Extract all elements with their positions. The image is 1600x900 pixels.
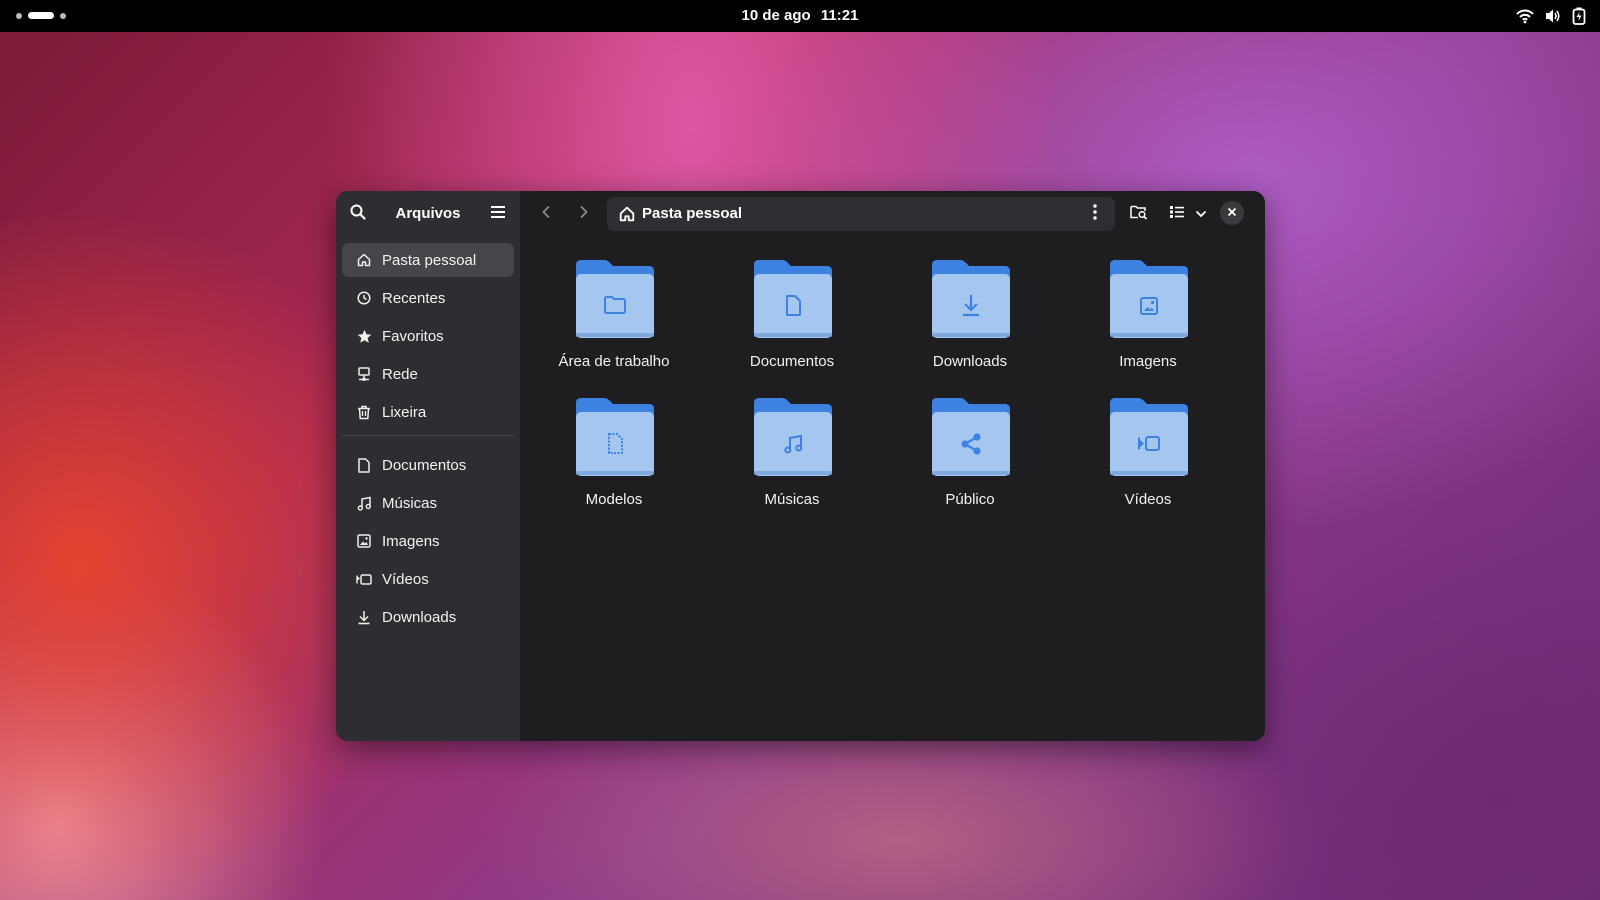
folder-label: Músicas xyxy=(764,491,820,508)
sidebar-item-label: Downloads xyxy=(382,608,457,626)
sidebar-item-label: Documentos xyxy=(382,456,467,474)
video-icon xyxy=(356,571,372,587)
sidebar-item-label: Recentes xyxy=(382,289,446,307)
battery-icon xyxy=(1572,7,1586,25)
current-path[interactable]: Pasta pessoal xyxy=(642,205,742,222)
network-icon xyxy=(356,366,372,382)
sidebar-item-label: Rede xyxy=(382,365,418,383)
clock-icon xyxy=(356,290,372,306)
view-toggle-button[interactable] xyxy=(1164,200,1190,228)
system-tray[interactable] xyxy=(1516,7,1586,25)
sidebar-item-label: Lixeira xyxy=(382,403,427,421)
sidebar-list: Pasta pessoal Recentes Favoritos Rede Li… xyxy=(342,243,514,638)
folder-item-downloads[interactable]: Downloads xyxy=(885,259,1055,389)
sidebar-item-favoritos[interactable]: Favoritos xyxy=(342,319,514,353)
back-button[interactable] xyxy=(532,200,560,228)
folder-label: Modelos xyxy=(585,491,643,508)
folder-item-modelos[interactable]: Modelos xyxy=(529,397,699,527)
image-icon xyxy=(1110,260,1188,338)
clock[interactable]: 10 de ago 11:21 xyxy=(0,7,1600,24)
sidebar-item-lixeira[interactable]: Lixeira xyxy=(342,395,514,429)
search-folder-button[interactable] xyxy=(1124,200,1154,228)
chevron-down-icon xyxy=(1195,205,1207,223)
folder-label: Público xyxy=(945,491,995,508)
image-icon xyxy=(356,533,372,549)
template-icon xyxy=(576,398,654,476)
sidebar-separator xyxy=(342,435,514,436)
sidebar: Arquivos Pasta pessoal Recentes Favorito… xyxy=(336,191,520,741)
home-icon xyxy=(356,252,372,268)
document-icon xyxy=(356,457,372,473)
sidebar-item-downloads[interactable]: Downloads xyxy=(342,600,514,634)
forward-button[interactable] xyxy=(570,200,598,228)
sidebar-item-recentes[interactable]: Recentes xyxy=(342,281,514,315)
star-icon xyxy=(356,328,372,344)
video-icon xyxy=(1110,398,1188,476)
trash-icon xyxy=(356,404,372,420)
view-options-button[interactable] xyxy=(1192,200,1210,228)
folder-item-publico[interactable]: Público xyxy=(885,397,1055,527)
folder-item-area-de-trabalho[interactable]: Área de trabalho xyxy=(529,259,699,389)
close-button[interactable] xyxy=(1220,201,1244,225)
volume-icon xyxy=(1544,8,1562,24)
folder-icon xyxy=(576,260,654,338)
sidebar-header: Arquivos xyxy=(336,191,520,237)
chevron-right-icon xyxy=(579,205,589,224)
wifi-icon xyxy=(1516,8,1534,24)
folder-label: Downloads xyxy=(932,353,1008,370)
top-bar: 10 de ago 11:21 xyxy=(0,0,1600,32)
music-icon xyxy=(754,398,832,476)
main-menu-button[interactable] xyxy=(484,200,512,228)
chevron-left-icon xyxy=(541,205,551,224)
sidebar-item-rede[interactable]: Rede xyxy=(342,357,514,391)
clock-date: 10 de ago xyxy=(741,7,811,24)
home-icon xyxy=(619,206,635,227)
sidebar-item-label: Músicas xyxy=(382,494,438,512)
path-menu-button[interactable] xyxy=(1083,201,1107,227)
folder-item-documentos[interactable]: Documentos xyxy=(707,259,877,389)
sidebar-item-label: Imagens xyxy=(382,532,440,550)
sidebar-item-musicas[interactable]: Músicas xyxy=(342,486,514,520)
folder-item-imagens[interactable]: Imagens xyxy=(1063,259,1233,389)
sidebar-item-documentos[interactable]: Documentos xyxy=(342,448,514,482)
header-bar: Pasta pessoal xyxy=(520,191,1265,237)
sidebar-item-label: Pasta pessoal xyxy=(382,251,477,269)
folder-label: Imagens xyxy=(1119,353,1177,370)
folder-search-icon xyxy=(1130,204,1148,225)
clock-time: 11:21 xyxy=(820,7,859,24)
sidebar-item-imagens[interactable]: Imagens xyxy=(342,524,514,558)
search-button[interactable] xyxy=(344,200,372,228)
folder-item-videos[interactable]: Vídeos xyxy=(1063,397,1233,527)
sidebar-item-videos[interactable]: Vídeos xyxy=(342,562,514,596)
music-icon xyxy=(356,495,372,511)
list-view-icon xyxy=(1169,205,1185,224)
document-icon xyxy=(754,260,832,338)
folder-item-musicas[interactable]: Músicas xyxy=(707,397,877,527)
kebab-menu-icon xyxy=(1093,203,1097,225)
close-icon xyxy=(1227,204,1237,222)
download-icon xyxy=(932,260,1010,338)
share-icon xyxy=(932,398,1010,476)
sidebar-item-pasta-pessoal[interactable]: Pasta pessoal xyxy=(342,243,514,277)
folder-label: Área de trabalho xyxy=(558,353,670,370)
app-title: Arquivos xyxy=(395,205,461,222)
file-manager-window: Arquivos Pasta pessoal Recentes Favorito… xyxy=(336,191,1265,741)
search-icon xyxy=(350,204,366,225)
sidebar-item-label: Favoritos xyxy=(382,327,444,345)
main-view: Pasta pessoal Área de trabalho Documento… xyxy=(520,191,1265,741)
hamburger-icon xyxy=(490,205,506,224)
folder-label: Vídeos xyxy=(1124,491,1172,508)
path-bar[interactable]: Pasta pessoal xyxy=(607,197,1115,231)
sidebar-item-label: Vídeos xyxy=(382,570,429,588)
download-icon xyxy=(356,609,372,625)
folder-label: Documentos xyxy=(749,353,835,370)
